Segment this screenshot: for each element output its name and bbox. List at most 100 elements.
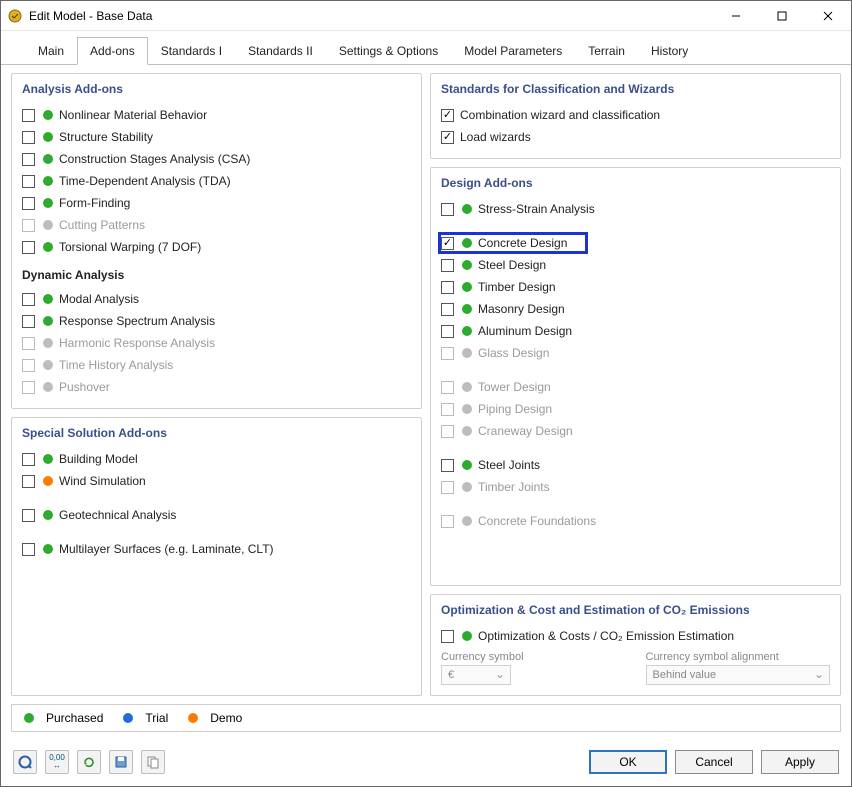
tab-add-ons[interactable]: Add-ons: [77, 37, 148, 65]
checkbox: [441, 381, 454, 394]
checkbox[interactable]: [22, 197, 35, 210]
status-dot-icon: [43, 110, 53, 120]
status-dot-icon: [43, 176, 53, 186]
addon-label: Glass Design: [478, 346, 830, 360]
checkbox[interactable]: [441, 109, 454, 122]
tab-terrain[interactable]: Terrain: [575, 37, 638, 64]
addon-label: Nonlinear Material Behavior: [59, 108, 411, 122]
checkbox[interactable]: [441, 630, 454, 643]
checkbox[interactable]: [22, 131, 35, 144]
addon-label: Torsional Warping (7 DOF): [59, 240, 411, 254]
checkbox[interactable]: [441, 303, 454, 316]
checkbox[interactable]: [22, 175, 35, 188]
legend-demo: Demo: [186, 711, 242, 725]
addon-label: Construction Stages Analysis (CSA): [59, 152, 411, 166]
legend-purchased: Purchased: [22, 711, 103, 725]
status-dot-icon: [462, 516, 472, 526]
checkbox[interactable]: [22, 475, 35, 488]
status-dot-icon: [43, 294, 53, 304]
addon-label: Steel Design: [478, 258, 830, 272]
checkbox[interactable]: [441, 281, 454, 294]
ok-button[interactable]: OK: [589, 750, 667, 774]
currency-alignment-select[interactable]: Behind value: [646, 665, 831, 685]
checkbox[interactable]: [22, 109, 35, 122]
checkbox[interactable]: [22, 153, 35, 166]
addon-row: Geotechnical Analysis: [22, 504, 411, 526]
addon-row: Combination wizard and classification: [441, 104, 830, 126]
tab-history[interactable]: History: [638, 37, 701, 64]
status-dot-icon: [43, 242, 53, 252]
tab-settings-options[interactable]: Settings & Options: [326, 37, 451, 64]
addon-row: Multilayer Surfaces (e.g. Laminate, CLT): [22, 538, 411, 560]
checkbox: [441, 515, 454, 528]
addon-label: Response Spectrum Analysis: [59, 314, 411, 328]
status-dot-icon: [43, 220, 53, 230]
checkbox[interactable]: [22, 293, 35, 306]
status-dot-icon: [43, 382, 53, 392]
refresh-button[interactable]: [77, 750, 101, 774]
status-dot-icon: [43, 338, 53, 348]
copy-button[interactable]: [141, 750, 165, 774]
optimization-panel: Optimization & Cost and Estimation of CO…: [430, 594, 841, 696]
checkbox[interactable]: [22, 241, 35, 254]
addon-row: Optimization & Costs / CO₂ Emission Esti…: [441, 625, 830, 647]
addon-row: Time-Dependent Analysis (TDA): [22, 170, 411, 192]
currency-symbol-select[interactable]: €: [441, 665, 511, 685]
addon-row: Pushover: [22, 376, 411, 398]
cancel-button[interactable]: Cancel: [675, 750, 753, 774]
checkbox[interactable]: [441, 237, 454, 250]
checkbox[interactable]: [441, 459, 454, 472]
addon-label: Multilayer Surfaces (e.g. Laminate, CLT): [59, 542, 411, 556]
minimize-button[interactable]: [713, 1, 759, 31]
tab-model-parameters[interactable]: Model Parameters: [451, 37, 575, 64]
checkbox[interactable]: [441, 325, 454, 338]
addon-row: Load wizards: [441, 126, 830, 148]
checkbox: [22, 219, 35, 232]
tab-main[interactable]: Main: [25, 37, 77, 64]
status-dot-icon: [43, 198, 53, 208]
addon-row: Torsional Warping (7 DOF): [22, 236, 411, 258]
addon-row: Glass Design: [441, 342, 830, 364]
addon-label: Piping Design: [478, 402, 830, 416]
addon-label: Geotechnical Analysis: [59, 508, 411, 522]
checkbox[interactable]: [441, 131, 454, 144]
checkbox: [22, 381, 35, 394]
addon-row: Tower Design: [441, 376, 830, 398]
maximize-button[interactable]: [759, 1, 805, 31]
status-dot-icon: [43, 454, 53, 464]
addon-row: Nonlinear Material Behavior: [22, 104, 411, 126]
checkbox[interactable]: [441, 259, 454, 272]
checkbox: [441, 481, 454, 494]
addon-label: Steel Joints: [478, 458, 830, 472]
addon-row: Stress-Strain Analysis: [441, 198, 830, 220]
status-dot-icon: [462, 282, 472, 292]
checkbox[interactable]: [441, 203, 454, 216]
design-addons-title: Design Add-ons: [441, 176, 830, 190]
addon-label: Pushover: [59, 380, 411, 394]
save-button[interactable]: [109, 750, 133, 774]
dot-blue-icon: [123, 713, 133, 723]
tab-standards-ii[interactable]: Standards II: [235, 37, 326, 64]
addon-label: Time History Analysis: [59, 358, 411, 372]
status-dot-icon: [462, 460, 472, 470]
status-dot-icon: [462, 482, 472, 492]
addon-row: Time History Analysis: [22, 354, 411, 376]
checkbox[interactable]: [22, 315, 35, 328]
checkbox[interactable]: [22, 509, 35, 522]
addon-label: Stress-Strain Analysis: [478, 202, 830, 216]
edit-model-window: Edit Model - Base Data MainAdd-onsStanda…: [0, 0, 852, 787]
addon-label: Time-Dependent Analysis (TDA): [59, 174, 411, 188]
standards-panel: Standards for Classification and Wizards…: [430, 73, 841, 159]
checkbox[interactable]: [22, 453, 35, 466]
checkbox[interactable]: [22, 543, 35, 556]
help-button[interactable]: [13, 750, 37, 774]
status-dot-icon: [462, 304, 472, 314]
window-controls: [713, 1, 851, 31]
apply-button[interactable]: Apply: [761, 750, 839, 774]
units-button[interactable]: 0,00↔: [45, 750, 69, 774]
addon-label: Concrete Foundations: [478, 514, 830, 528]
status-dot-icon: [43, 132, 53, 142]
close-button[interactable]: [805, 1, 851, 31]
footer: 0,00↔ OK Cancel Apply: [1, 740, 851, 786]
tab-standards-i[interactable]: Standards I: [148, 37, 235, 64]
